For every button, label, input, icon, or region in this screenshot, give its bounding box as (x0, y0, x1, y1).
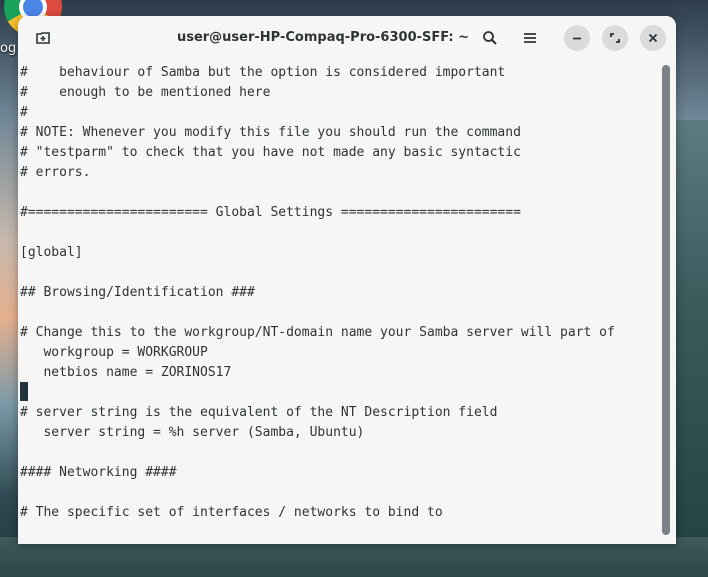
terminal-content[interactable]: # behaviour of Samba but the option is c… (18, 60, 658, 544)
terminal-line: # NOTE: Whenever you modify this file yo… (20, 125, 521, 140)
desktop-icon-label: og (0, 41, 17, 56)
new-tab-icon (36, 32, 50, 44)
terminal-line: # errors. (20, 165, 91, 180)
search-button[interactable] (477, 25, 503, 51)
window-title: user@user-HP-Compaq-Pro-6300-SFF: ~ (176, 30, 470, 45)
terminal-line: ## Browsing/Identification ### (20, 285, 255, 300)
terminal-line: # enough to be mentioned here (20, 85, 271, 100)
close-button[interactable] (640, 25, 666, 51)
terminal-line: server string = %h server (Samba, Ubuntu… (20, 425, 365, 440)
search-icon (483, 31, 497, 45)
title-bar[interactable]: user@user-HP-Compaq-Pro-6300-SFF: ~ (18, 16, 676, 60)
terminal-line: #======================= Global Settings… (20, 205, 521, 220)
terminal-line: # (20, 105, 28, 120)
terminal-line: netbios name = ZORINOS17 (20, 365, 232, 380)
terminal-line: # Change this to the workgroup/NT-domain… (20, 325, 615, 340)
terminal-line: #### Networking #### (20, 465, 177, 480)
desktop-background-trees (674, 120, 708, 577)
maximize-icon (610, 33, 620, 43)
hamburger-menu-icon (524, 33, 536, 43)
terminal-line: # server string is the equivalent of the… (20, 405, 498, 420)
text-cursor (20, 382, 28, 401)
minimize-button[interactable] (564, 25, 590, 51)
terminal-line: workgroup = WORKGROUP (20, 345, 208, 360)
new-tab-button[interactable] (30, 25, 56, 51)
terminal-line: [global] (20, 245, 83, 260)
terminal-line: # "testparm" to check that you have not … (20, 145, 521, 160)
menu-button[interactable] (517, 25, 543, 51)
terminal-window: user@user-HP-Compaq-Pro-6300-SFF: ~ # be… (18, 16, 676, 544)
terminal-line: # The specific set of interfaces / netwo… (20, 505, 443, 520)
scrollbar-thumb[interactable] (662, 65, 670, 535)
close-icon (648, 33, 658, 43)
vertical-scrollbar[interactable] (662, 62, 670, 538)
terminal-line: # behaviour of Samba but the option is c… (20, 65, 506, 80)
maximize-button[interactable] (602, 25, 628, 51)
minimize-icon (573, 37, 581, 40)
